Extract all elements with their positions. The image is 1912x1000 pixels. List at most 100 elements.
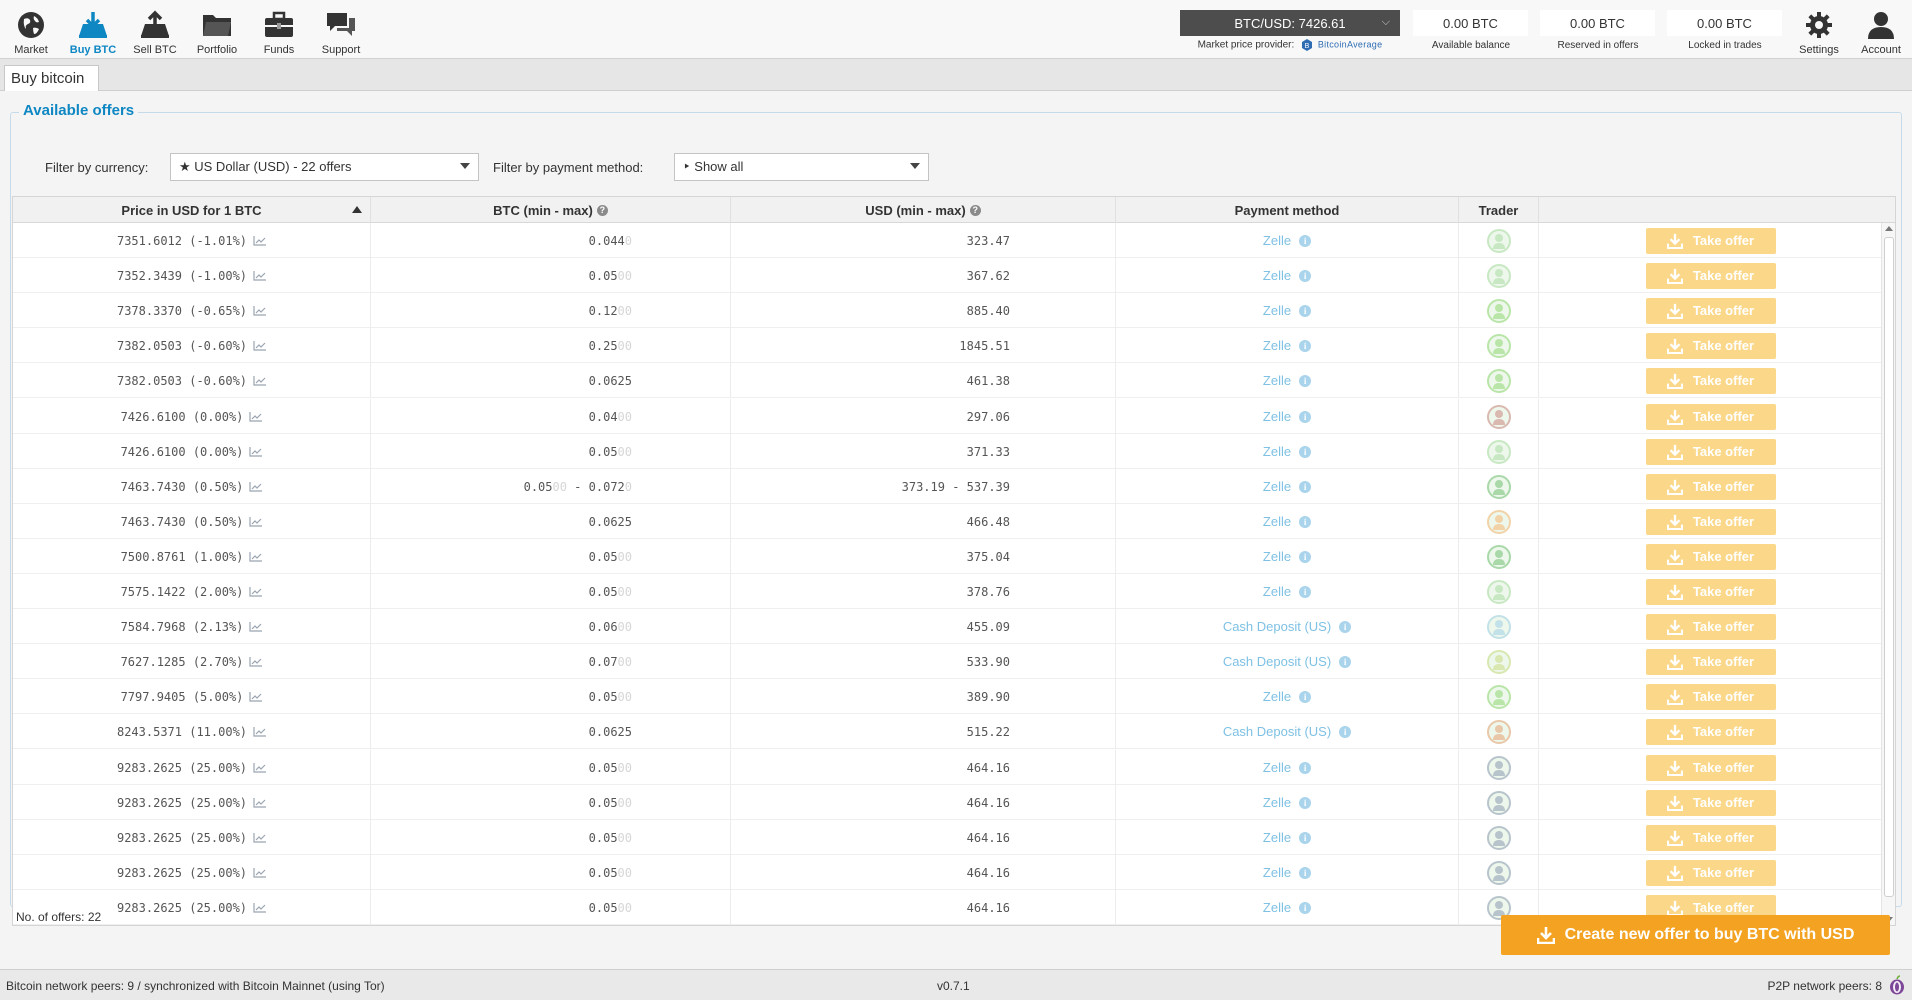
chart-trend-icon[interactable]	[249, 516, 263, 527]
nav-portfolio[interactable]: Portfolio	[186, 0, 248, 58]
info-icon[interactable]: i	[1299, 761, 1312, 774]
take-offer-button[interactable]: Take offer	[1645, 683, 1776, 710]
info-icon[interactable]: i	[1299, 480, 1312, 493]
info-icon[interactable]: i	[1299, 690, 1312, 703]
column-header-payment[interactable]: Payment method	[1116, 197, 1459, 223]
info-icon[interactable]: i	[1299, 831, 1312, 844]
chart-trend-icon[interactable]	[249, 621, 263, 632]
info-icon[interactable]: i	[1299, 866, 1312, 879]
chart-trend-icon[interactable]	[253, 270, 267, 281]
chart-trend-icon[interactable]	[253, 902, 267, 913]
info-icon[interactable]: i	[1299, 445, 1312, 458]
chart-trend-icon[interactable]	[249, 446, 263, 457]
take-offer-button[interactable]: Take offer	[1645, 403, 1776, 430]
take-offer-button[interactable]: Take offer	[1645, 367, 1776, 394]
avatar[interactable]	[1486, 368, 1511, 393]
avatar[interactable]	[1486, 684, 1511, 709]
take-offer-button[interactable]: Take offer	[1645, 613, 1776, 640]
chart-trend-icon[interactable]	[249, 411, 263, 422]
create-offer-button[interactable]: Create new offer to buy BTC with USD	[1501, 915, 1890, 955]
chart-trend-icon[interactable]	[253, 832, 267, 843]
info-icon[interactable]: i	[1299, 515, 1312, 528]
column-header-btc[interactable]: BTC (min - max) ?	[371, 197, 731, 223]
avatar[interactable]	[1486, 439, 1511, 464]
avatar[interactable]	[1486, 579, 1511, 604]
avatar[interactable]	[1486, 263, 1511, 288]
chart-trend-icon[interactable]	[249, 691, 263, 702]
take-offer-button[interactable]: Take offer	[1645, 227, 1776, 254]
vertical-scrollbar[interactable]	[1881, 223, 1895, 925]
avatar[interactable]	[1486, 404, 1511, 429]
chart-trend-icon[interactable]	[249, 481, 263, 492]
column-header-usd[interactable]: USD (min - max) ?	[731, 197, 1116, 223]
info-icon[interactable]: i	[1299, 550, 1312, 563]
avatar[interactable]	[1486, 509, 1511, 534]
take-offer-button[interactable]: Take offer	[1645, 262, 1776, 289]
take-offer-button[interactable]: Take offer	[1645, 648, 1776, 675]
take-offer-button[interactable]: Take offer	[1645, 754, 1776, 781]
info-icon[interactable]: i	[1339, 620, 1352, 633]
take-offer-button[interactable]: Take offer	[1645, 859, 1776, 886]
chart-trend-icon[interactable]	[253, 762, 267, 773]
chart-trend-icon[interactable]	[253, 797, 267, 808]
chart-trend-icon[interactable]	[249, 551, 263, 562]
nav-funds[interactable]: Funds	[248, 0, 310, 58]
nav-market[interactable]: Market	[0, 0, 62, 58]
take-offer-button[interactable]: Take offer	[1645, 543, 1776, 570]
avatar[interactable]	[1486, 860, 1511, 885]
avatar[interactable]	[1486, 544, 1511, 569]
avatar[interactable]	[1486, 649, 1511, 674]
take-offer-button[interactable]: Take offer	[1645, 332, 1776, 359]
avatar[interactable]	[1486, 755, 1511, 780]
info-icon[interactable]: i	[1299, 339, 1312, 352]
info-icon[interactable]: i	[1299, 585, 1312, 598]
take-offer-button[interactable]: Take offer	[1645, 438, 1776, 465]
info-icon[interactable]: i	[1299, 410, 1312, 423]
help-icon[interactable]: ?	[596, 204, 608, 216]
help-icon[interactable]: ?	[969, 204, 981, 216]
payment-filter-dropdown[interactable]: ‣ Show all	[674, 153, 929, 181]
avatar[interactable]	[1486, 298, 1511, 323]
chart-trend-icon[interactable]	[253, 340, 267, 351]
info-icon[interactable]: i	[1299, 304, 1312, 317]
take-offer-button[interactable]: Take offer	[1645, 789, 1776, 816]
tab-buy-bitcoin[interactable]: Buy bitcoin	[4, 65, 99, 92]
take-offer-button[interactable]: Take offer	[1645, 718, 1776, 745]
avatar[interactable]	[1486, 474, 1511, 499]
chart-trend-icon[interactable]	[253, 867, 267, 878]
avatar[interactable]	[1486, 790, 1511, 815]
chart-trend-icon[interactable]	[253, 305, 267, 316]
chart-trend-icon[interactable]	[249, 586, 263, 597]
chart-trend-icon[interactable]	[249, 656, 263, 667]
column-header-price[interactable]: Price in USD for 1 BTC	[13, 197, 371, 223]
info-icon[interactable]: i	[1299, 796, 1312, 809]
info-icon[interactable]: i	[1299, 901, 1312, 914]
chart-trend-icon[interactable]	[253, 375, 267, 386]
nav-sell-btc[interactable]: Sell BTC	[124, 0, 186, 58]
market-price-selector[interactable]: BTC/USD: 7426.61 ⌵	[1180, 10, 1400, 36]
info-icon[interactable]: i	[1339, 725, 1352, 738]
take-offer-button[interactable]: Take offer	[1645, 297, 1776, 324]
avatar[interactable]	[1486, 333, 1511, 358]
avatar[interactable]	[1486, 228, 1511, 253]
column-header-trader[interactable]: Trader	[1459, 197, 1539, 223]
info-icon[interactable]: i	[1299, 374, 1312, 387]
take-offer-button[interactable]: Take offer	[1645, 508, 1776, 535]
avatar[interactable]	[1486, 825, 1511, 850]
nav-buy-btc[interactable]: Buy BTC	[62, 0, 124, 58]
take-offer-button[interactable]: Take offer	[1645, 578, 1776, 605]
info-icon[interactable]: i	[1299, 269, 1312, 282]
avatar[interactable]	[1486, 719, 1511, 744]
info-icon[interactable]: i	[1299, 234, 1312, 247]
nav-settings[interactable]: Settings	[1788, 0, 1850, 58]
chart-trend-icon[interactable]	[253, 726, 267, 737]
avatar[interactable]	[1486, 614, 1511, 639]
scroll-up-icon[interactable]	[1885, 226, 1893, 231]
take-offer-button[interactable]: Take offer	[1645, 473, 1776, 500]
currency-filter-dropdown[interactable]: ★ US Dollar (USD) - 22 offers	[170, 153, 479, 181]
take-offer-button[interactable]: Take offer	[1645, 824, 1776, 851]
chart-trend-icon[interactable]	[253, 235, 267, 246]
nav-support[interactable]: Support	[310, 0, 372, 58]
scrollbar-thumb[interactable]	[1884, 237, 1894, 897]
nav-account[interactable]: Account	[1850, 0, 1912, 58]
